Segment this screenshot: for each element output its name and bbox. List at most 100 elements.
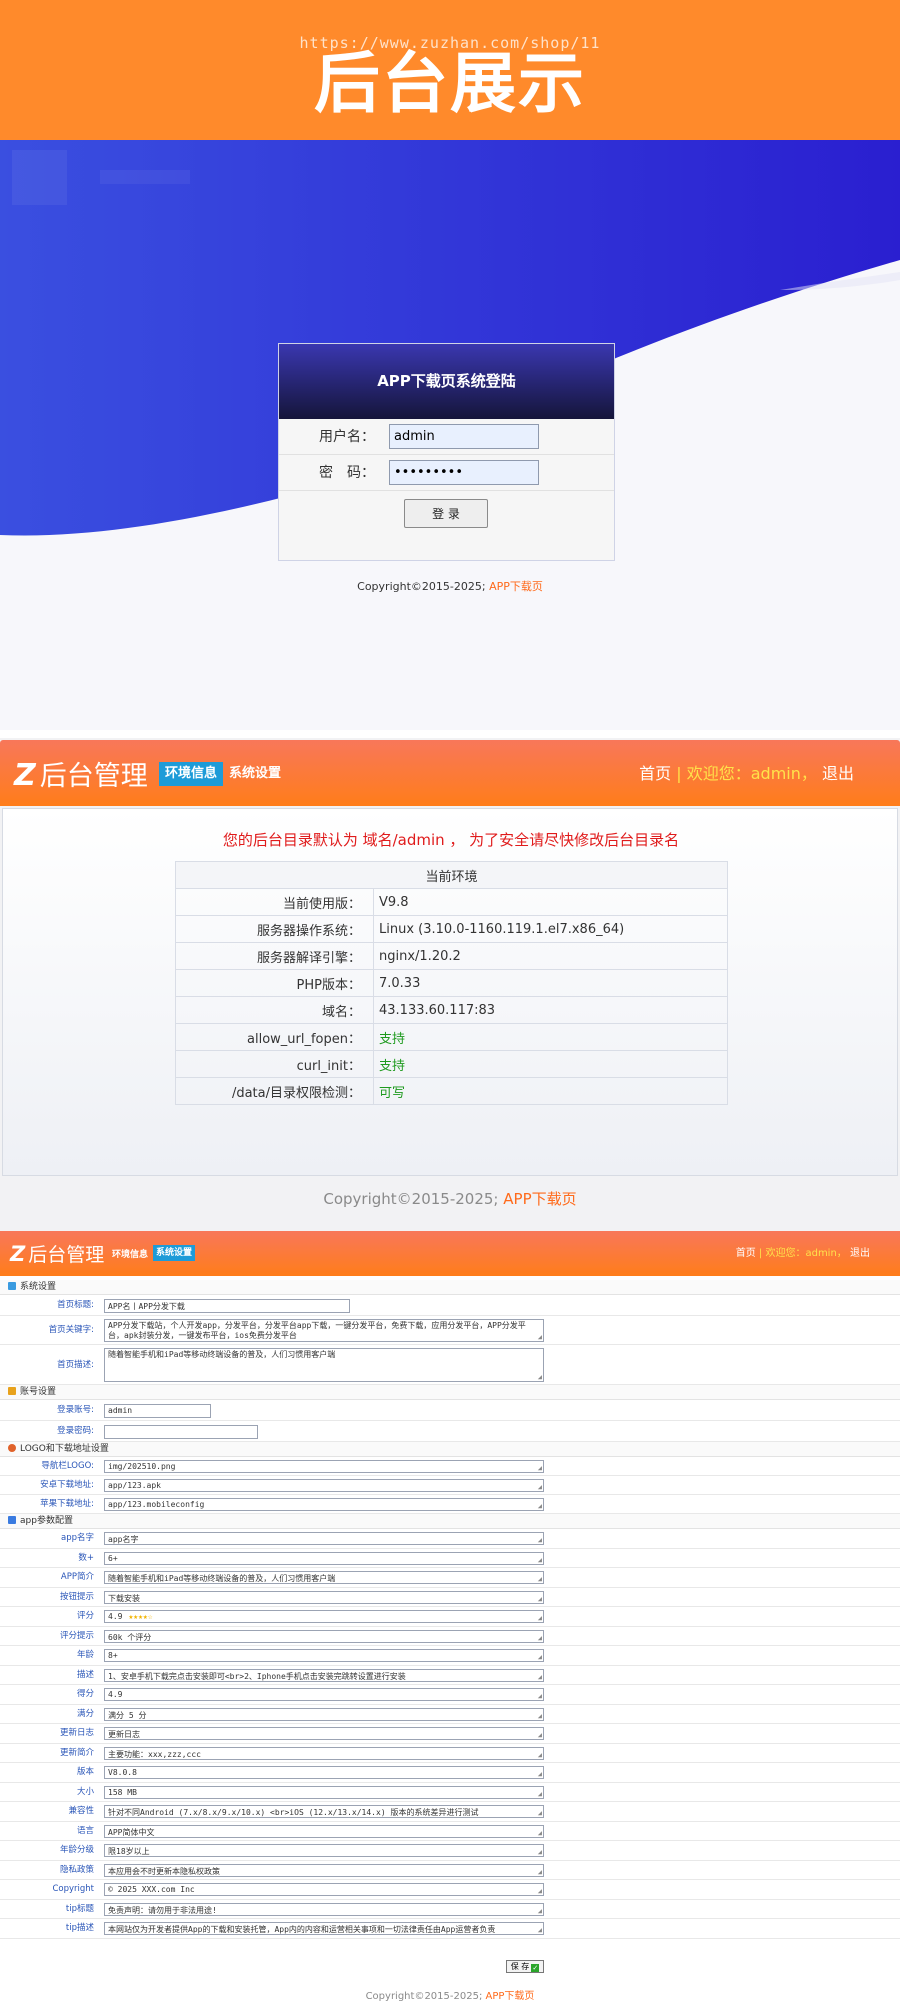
login-account-input[interactable]: admin xyxy=(104,1404,211,1418)
field-label: 兼容性 xyxy=(68,1806,94,1816)
env-key: 服务器操作系统： xyxy=(175,915,374,943)
keywords-textarea[interactable]: APP分发下载站，个人开发app，分发平台，分发平台app下载，一键分发平台，免… xyxy=(104,1319,544,1342)
app-param-input[interactable]: 随着智能手机和iPad等移动终端设备的普及，人们习惯用客户端 ◢ xyxy=(104,1571,544,1584)
resize-handle-icon: ◢ xyxy=(537,1672,542,1681)
input-text: 满分 5 分 xyxy=(108,1710,147,1720)
field-label: 按钮提示 xyxy=(59,1591,94,1602)
resize-handle-icon: ◢ xyxy=(537,1711,542,1720)
input-text: 本应用会不时更新本隐私权政策 xyxy=(108,1866,220,1876)
field-label: 首页描述: xyxy=(57,1360,94,1370)
copyright-link[interactable]: APP下载页 xyxy=(503,1190,576,1208)
banner-title: 后台展示 xyxy=(314,45,586,122)
app-param-input[interactable]: © 2025 XXX.com Inc ◢ xyxy=(104,1883,544,1896)
logout-link[interactable]: 退出 xyxy=(850,1248,870,1259)
field-label: 评分提示 xyxy=(59,1630,94,1641)
home-link[interactable]: 首页 xyxy=(639,764,671,783)
env-copyright: Copyright©2015-2025; APP下载页 xyxy=(0,1188,900,1209)
ios-url-input[interactable]: app/123.mobileconfig ◢ xyxy=(104,1498,544,1511)
resize-handle-icon: ◢ xyxy=(537,1828,542,1837)
field-row: 安卓下载地址: app/123.apk ◢ xyxy=(0,1476,900,1495)
description-textarea[interactable]: 随着智能手机和iPad等移动终端设备的普及，人们习惯用客户端 ◢ xyxy=(104,1348,544,1382)
app-param-input[interactable]: APP简体中文 ◢ xyxy=(104,1824,544,1838)
app-param-input[interactable]: 免责声明：请勿用于非法用途! ◢ xyxy=(104,1902,544,1916)
banner: https://www.zuzhan.com/shop/11 后台展示 xyxy=(0,0,900,140)
home-link[interactable]: 首页 xyxy=(736,1248,756,1259)
section-title: LOGO和下载地址设置 xyxy=(20,1444,109,1454)
field-label: 年龄 xyxy=(76,1650,94,1660)
copyright-text: Copyright©2015-2025; xyxy=(323,1190,499,1208)
logout-link[interactable]: 退出 xyxy=(822,764,854,783)
copyright-link[interactable]: APP下载页 xyxy=(489,580,543,593)
app-param-input[interactable]: V8.0.8 ◢ xyxy=(104,1766,544,1779)
resize-handle-icon: ◢ xyxy=(537,1373,542,1381)
field-row: Copyright © 2025 XXX.com Inc ◢ xyxy=(0,1880,900,1900)
save-button[interactable]: 保 存 ✓ xyxy=(506,1960,544,1973)
login-password-input[interactable] xyxy=(104,1425,258,1439)
table-row: 服务器解译引擎： nginx/1.20.2 xyxy=(175,942,728,970)
app-param-input[interactable]: 下载安装 ◢ xyxy=(104,1590,544,1604)
field-label: 版本 xyxy=(76,1767,94,1777)
app-param-input[interactable]: 8+ ◢ xyxy=(104,1649,544,1662)
app-param-input[interactable]: 158 MB ◢ xyxy=(104,1785,544,1799)
field-label: 评分 xyxy=(76,1611,94,1621)
app-param-input[interactable]: app名字 ◢ xyxy=(104,1532,544,1545)
logo-z-icon: Z xyxy=(14,758,36,793)
app-param-input[interactable]: 主要功能：xxx,zzz,ccc ◢ xyxy=(104,1746,544,1760)
tab-system-settings[interactable]: 系统设置 xyxy=(229,762,281,786)
app-param-input[interactable]: 60k 个评分 ◢ xyxy=(104,1629,544,1643)
app-param-input[interactable]: 6+ ◢ xyxy=(104,1551,544,1565)
field-row: 更新简介 主要功能：xxx,zzz,ccc ◢ xyxy=(0,1744,900,1763)
input-text: 158 MB xyxy=(108,1787,137,1797)
site-title-input[interactable]: APP名丨APP分发下载 xyxy=(104,1299,350,1313)
tab-env-info[interactable]: 环境信息 xyxy=(159,762,224,786)
app-param-input[interactable]: 更新日志 ◢ xyxy=(104,1727,544,1740)
logo-z-icon: Z xyxy=(10,1242,26,1266)
resize-handle-icon: ◢ xyxy=(537,1848,542,1856)
nav-separator: | xyxy=(676,764,682,783)
tab-env-info[interactable]: 环境信息 xyxy=(112,1247,148,1260)
field-row: 更新日志 更新日志 ◢ xyxy=(0,1724,900,1744)
nav-logo-input[interactable]: img/202510.png ◢ xyxy=(104,1460,544,1473)
field-label: 大小 xyxy=(76,1786,94,1797)
resize-handle-icon: ◢ xyxy=(537,1926,542,1934)
field-label: 安卓下载地址: xyxy=(40,1480,94,1490)
section-app: app参数配置 xyxy=(0,1514,900,1529)
app-param-input[interactable]: 针对不同Android (7.x/8.x/9.x/10.x) <br>iOS (… xyxy=(104,1805,544,1818)
app-param-input[interactable]: 4.9 ◢ xyxy=(104,1688,544,1701)
table-row: PHP版本： 7.0.33 xyxy=(175,969,728,997)
check-icon: ✓ xyxy=(531,1964,540,1972)
login-title: APP下载页系统登陆 xyxy=(279,344,614,419)
app-param-input[interactable]: 限18岁以上 ◢ xyxy=(104,1844,544,1857)
input-text: img/202510.png xyxy=(108,1462,176,1471)
app-param-input[interactable]: 本应用会不时更新本隐私权政策 ◢ xyxy=(104,1863,544,1877)
env-value: 支持 xyxy=(373,1023,728,1051)
app-param-input[interactable]: 本网站仅为开发者提供App的下载和安装托管，App内的内容和运营相关事项和一切法… xyxy=(104,1922,544,1935)
field-row: 评分 4.9 ★★★★☆ ◢ xyxy=(0,1607,900,1627)
login-button[interactable]: 登 录 xyxy=(404,499,488,528)
username-input[interactable] xyxy=(389,424,539,449)
rating-stars-icon: ★★★★☆ xyxy=(128,1612,153,1621)
password-input[interactable] xyxy=(389,460,539,485)
input-text: 1、安卓手机下载完点击安装即可<br>2、Iphone手机点击安装完跳转设置进行… xyxy=(108,1671,406,1681)
admin-header: Z 后台管理 环境信息 系统设置 首页 | 欢迎您：admin， 退出 xyxy=(0,740,900,806)
welcome-text: 欢迎您：admin， xyxy=(765,1248,847,1259)
app-param-input[interactable]: 满分 5 分 ◢ xyxy=(104,1707,544,1721)
tab-system-settings[interactable]: 系统设置 xyxy=(153,1245,196,1261)
input-text: 随着智能手机和iPad等移动终端设备的普及，人们习惯用客户端 xyxy=(108,1574,336,1583)
input-text: 4.9 xyxy=(108,1690,123,1699)
input-text: 6+ xyxy=(108,1553,118,1563)
resize-handle-icon: ◢ xyxy=(537,1770,542,1778)
resize-handle-icon: ◢ xyxy=(537,1464,542,1472)
resize-handle-icon: ◢ xyxy=(537,1731,542,1739)
resize-handle-icon: ◢ xyxy=(537,1594,542,1603)
save-label: 保 存 xyxy=(510,1962,530,1971)
android-url-input[interactable]: app/123.apk ◢ xyxy=(104,1479,544,1492)
app-param-input[interactable]: 4.9 ★★★★☆ ◢ xyxy=(104,1610,544,1623)
env-panel: 您的后台目录默认为 域名/admin ， 为了安全请尽快修改后台目录名 当前环境… xyxy=(2,808,898,1176)
app-param-input[interactable]: 1、安卓手机下载完点击安装即可<br>2、Iphone手机点击安装完跳转设置进行… xyxy=(104,1668,544,1682)
copyright-link[interactable]: APP下载页 xyxy=(486,1991,535,2002)
app-settings-icon xyxy=(8,1516,16,1524)
env-key: allow_url_fopen： xyxy=(175,1023,374,1051)
field-label: tip标题 xyxy=(65,1903,94,1914)
field-row: APP简介 随着智能手机和iPad等移动终端设备的普及，人们习惯用客户端 ◢ xyxy=(0,1568,900,1588)
